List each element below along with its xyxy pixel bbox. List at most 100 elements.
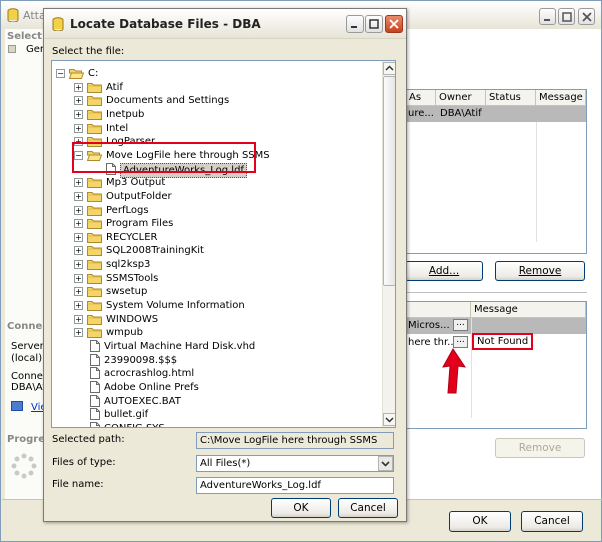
folder-icon xyxy=(87,314,102,325)
grid2-header-message[interactable]: Message xyxy=(471,302,586,318)
expand-icon[interactable]: + xyxy=(74,219,83,229)
add-button-label: Add... xyxy=(428,265,460,277)
scroll-up-icon xyxy=(385,65,394,71)
tree-file-item[interactable]: AUTOEXEC.BAT xyxy=(52,394,382,408)
file-icon xyxy=(90,353,100,366)
move-logfile-highlight xyxy=(72,142,256,173)
file-name-input[interactable]: AdventureWorks_Log.ldf xyxy=(196,477,394,494)
expand-icon[interactable]: + xyxy=(74,191,83,201)
tree-folder-item[interactable]: + WINDOWS xyxy=(52,313,382,326)
tree-file-item[interactable]: bullet.gif xyxy=(52,408,382,421)
scroll-down-button[interactable] xyxy=(383,413,395,426)
tree-folder-item[interactable]: + Mp3 Output xyxy=(52,176,382,189)
files-of-type-dropdown-button[interactable] xyxy=(378,456,393,471)
grid2-row1-browse-button[interactable]: ... xyxy=(453,319,468,331)
tree-item-label: Mp3 Output xyxy=(106,177,166,189)
dialog-close-button[interactable] xyxy=(385,15,403,33)
dialog-ok-button[interactable]: OK xyxy=(271,498,331,518)
tree-item-label: Virtual Machine Hard Disk.vhd xyxy=(104,341,256,352)
tree-item-label: swsetup xyxy=(106,286,148,298)
file-icon xyxy=(90,367,100,380)
scroll-thumb[interactable] xyxy=(383,76,395,286)
tree-folder-item[interactable]: + Intel xyxy=(52,122,382,135)
expand-icon[interactable]: + xyxy=(74,287,83,297)
add-button[interactable]: Add... xyxy=(405,261,483,281)
folder-icon xyxy=(87,286,102,298)
attach-maximize-button[interactable] xyxy=(558,8,575,25)
grid1-header-message[interactable]: Message xyxy=(536,90,586,106)
tree-folder-item[interactable]: + PerfLogs xyxy=(52,204,382,217)
scroll-up-button[interactable] xyxy=(383,62,395,75)
tree-item-label: Inetpub xyxy=(106,108,145,120)
tree-folder-item[interactable]: + RECYCLER xyxy=(52,231,382,244)
attach-cancel-button[interactable]: Cancel xyxy=(521,511,583,532)
attach-cancel-label: Cancel xyxy=(534,515,570,527)
tree-item-label: 23990098.$$$ xyxy=(104,354,178,366)
tree-folder-item[interactable]: + swsetup xyxy=(52,285,382,298)
file-tree-view[interactable]: − C: + Atif + Documents and Settings + Inetpub +… xyxy=(51,60,396,428)
remove-button-2-label: Remove xyxy=(518,442,562,454)
expand-icon[interactable]: + xyxy=(74,232,83,242)
remove-button[interactable]: Remove xyxy=(495,261,585,281)
folder-icon xyxy=(87,82,102,93)
tree-item-label: RECYCLER xyxy=(106,231,158,243)
expand-icon[interactable]: + xyxy=(74,96,83,106)
remove-button-2[interactable]: Remove xyxy=(495,438,585,458)
tree-folder-item[interactable]: + OutputFolder xyxy=(52,190,382,203)
expand-icon[interactable]: + xyxy=(74,314,83,324)
dialog-cancel-button[interactable]: Cancel xyxy=(338,498,398,518)
expand-icon[interactable]: + xyxy=(74,301,83,311)
tree-item-label: wmpub xyxy=(106,327,143,339)
tree-folder-item[interactable]: + Documents and Settings xyxy=(52,94,382,107)
expand-icon[interactable]: + xyxy=(74,82,83,92)
folder-icon xyxy=(87,191,102,202)
tree-folder-item[interactable]: + Program Files xyxy=(52,217,382,230)
attach-minimize-button[interactable] xyxy=(539,8,556,25)
expand-icon[interactable]: + xyxy=(74,123,83,133)
grid1-header-owner[interactable]: Owner xyxy=(436,90,486,106)
grid1-header-as[interactable]: As xyxy=(406,90,436,106)
tree-file-item[interactable]: CONFIG.SYS xyxy=(52,421,382,427)
grid2-header-path[interactable] xyxy=(406,302,471,318)
attach-ok-button[interactable]: OK xyxy=(449,511,511,532)
file-icon xyxy=(90,340,100,352)
tree-file-item[interactable]: Adobe Online Prefs xyxy=(52,380,382,394)
maximize-icon xyxy=(562,12,572,22)
tree-folder-item[interactable]: + sql2ksp3 xyxy=(52,258,382,271)
expand-icon[interactable]: + xyxy=(74,178,83,188)
files-of-type-select[interactable]: All Files(*) xyxy=(196,455,394,472)
tree-folder-item[interactable]: + wmpub xyxy=(52,326,382,339)
dialog-database-icon xyxy=(52,17,64,32)
folder-icon xyxy=(87,327,102,339)
collapse-icon[interactable]: − xyxy=(56,69,65,78)
tree-folder-item[interactable]: + SSMSTools xyxy=(52,272,382,285)
locate-database-files-dialog: Locate Database Files - DBA Select the f… xyxy=(43,8,407,522)
tree-file-item[interactable]: acrocrashlog.html xyxy=(52,367,382,380)
expand-icon[interactable]: + xyxy=(74,273,83,283)
expand-icon[interactable]: + xyxy=(74,260,83,270)
tree-file-item[interactable]: 23990098.$$$ xyxy=(52,353,382,367)
folder-icon xyxy=(87,205,102,216)
expand-icon[interactable]: + xyxy=(74,205,83,215)
grid1-header-status[interactable]: Status xyxy=(486,90,536,106)
attach-close-button[interactable] xyxy=(578,8,595,25)
tree-folder-item[interactable]: + System Volume Information xyxy=(52,299,382,312)
expand-icon[interactable]: + xyxy=(74,109,83,119)
tree-folder-item[interactable]: + Inetpub xyxy=(52,108,382,121)
minimize-icon xyxy=(544,19,550,21)
expand-icon[interactable]: + xyxy=(74,328,83,338)
general-page-icon xyxy=(8,45,16,53)
expand-icon[interactable]: + xyxy=(74,246,83,256)
tree-folder-item[interactable]: − C: xyxy=(52,67,382,80)
tree-folder-item[interactable]: + Atif xyxy=(52,81,382,94)
tree-file-item[interactable]: Virtual Machine Hard Disk.vhd xyxy=(52,340,382,353)
connection-header: Conne xyxy=(7,321,43,332)
tree-item-label: Intel xyxy=(106,122,129,134)
folder-icon xyxy=(87,177,102,189)
dialog-minimize-button[interactable] xyxy=(346,15,364,33)
view-connection-icon xyxy=(11,401,23,411)
dialog-maximize-button[interactable] xyxy=(365,15,383,33)
tree-folder-item[interactable]: + SQL2008TrainingKit xyxy=(52,244,382,257)
files-of-type-value: All Files(*) xyxy=(200,458,251,469)
remove-button-label: Remove xyxy=(518,265,562,277)
